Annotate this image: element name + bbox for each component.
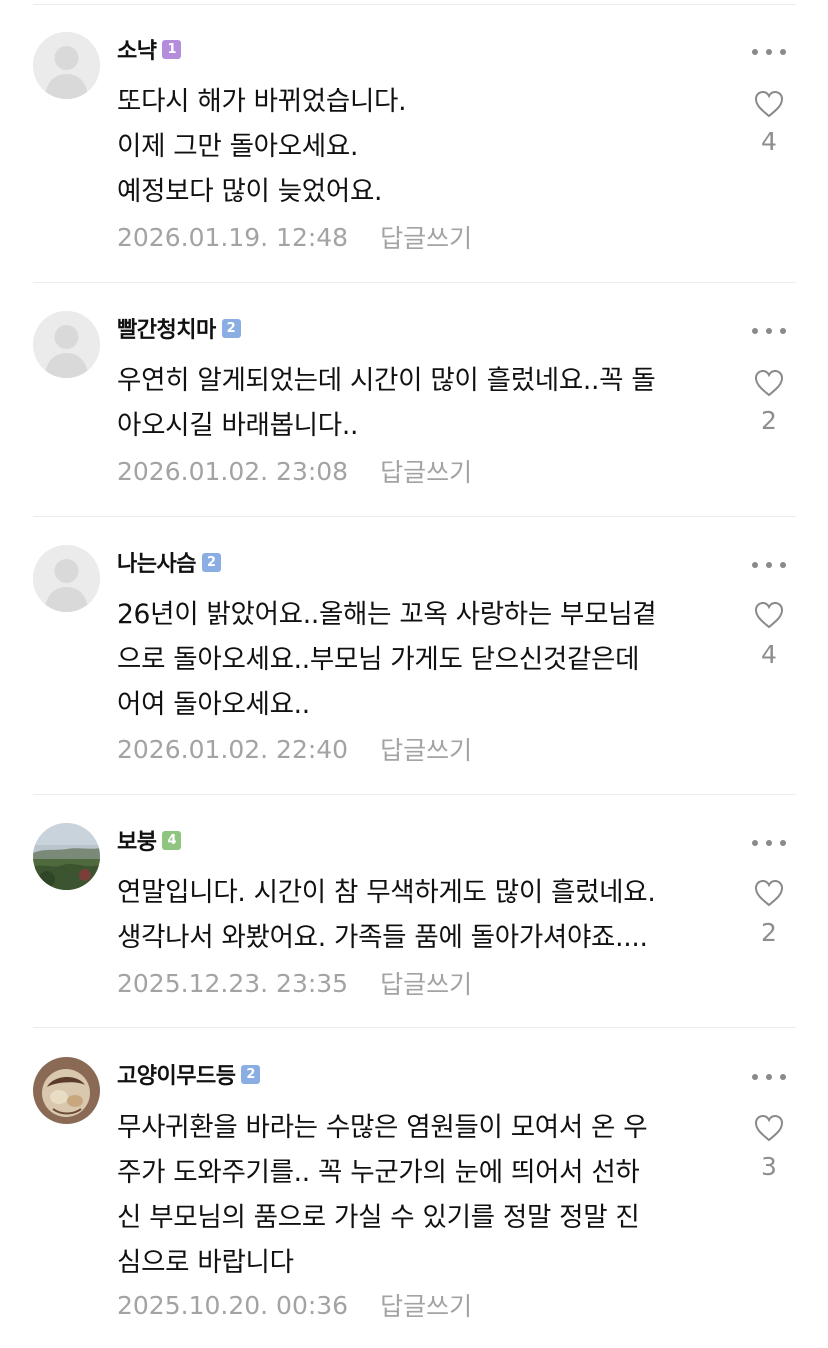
like-count: 4 — [761, 640, 777, 669]
reply-link[interactable]: 답글쓰기 — [380, 1287, 472, 1323]
comment-text: 무사귀환을 바라는 수많은 염원들이 모여서 온 우 주가 도와주기를.. 꼭 … — [117, 1112, 648, 1278]
reply-link[interactable]: 답글쓰기 — [380, 453, 472, 489]
reply-link[interactable]: 답글쓰기 — [380, 965, 472, 1001]
reply-link[interactable]: 답글쓰기 — [380, 731, 472, 767]
more-options-icon[interactable] — [752, 1067, 786, 1087]
comment-author-row: 보붕 4 — [117, 824, 182, 856]
comment-author-row: 나는사슴 2 — [117, 547, 221, 577]
default-profile-icon[interactable] — [33, 311, 100, 378]
comment-date: 2026.01.02. 22:40 — [117, 734, 349, 764]
like-count: 2 — [761, 406, 777, 435]
comment-text: 또다시 해가 바뀌었습니다. 이제 그만 돌아오세요. 예정보다 많이 늦었어요… — [117, 86, 407, 207]
heart-icon[interactable] — [753, 878, 785, 908]
list-divider — [33, 1027, 796, 1028]
comment-text: 우연히 알게되었는데 시간이 많이 흘렀네요..꼭 돌 아오시길 바래봅니다.. — [117, 365, 656, 441]
comment-date: 2025.12.23. 23:35 — [117, 968, 349, 998]
default-profile-icon[interactable] — [33, 545, 100, 612]
list-divider — [33, 794, 796, 795]
list-divider — [33, 516, 796, 517]
comment-text: 연말입니다. 시간이 참 무색하게도 많이 흘렀네요. 생각나서 와봤어요. 가… — [117, 877, 656, 953]
member-level-badge: 4 — [162, 830, 182, 850]
comment-text: 26년이 밝았어요..올해는 꼬옥 사랑하는 부모님곁 으로 돌아오세요..부모… — [117, 599, 657, 720]
comment-author-name[interactable]: 소냑 — [117, 33, 157, 65]
comment-meta: 2025.10.20. 00:36 답글쓰기 — [117, 1285, 472, 1325]
heart-icon[interactable] — [753, 368, 785, 398]
heart-icon[interactable] — [753, 600, 785, 630]
more-options-icon[interactable] — [752, 321, 786, 341]
comment-date: 2026.01.19. 12:48 — [117, 222, 349, 252]
list-divider — [33, 4, 796, 5]
more-options-icon[interactable] — [752, 42, 786, 62]
like-count: 3 — [761, 1152, 777, 1181]
like-count: 2 — [761, 918, 777, 947]
like-count: 4 — [761, 127, 777, 156]
comment-author-row: 소냑 1 — [117, 33, 182, 65]
landscape-photo-avatar[interactable] — [33, 823, 100, 890]
comment-meta: 2026.01.02. 23:08 답글쓰기 — [117, 451, 472, 491]
comment-meta: 2026.01.02. 22:40 답글쓰기 — [117, 729, 472, 769]
comment-author-name[interactable]: 나는사슴 — [117, 546, 196, 578]
member-level-badge: 2 — [221, 318, 241, 338]
more-options-icon[interactable] — [752, 555, 786, 575]
illustration-avatar[interactable] — [33, 1057, 100, 1124]
comment-author-row: 고양이무드등 2 — [117, 1058, 261, 1090]
comment-author-name[interactable]: 빨간청치마 — [117, 312, 216, 344]
default-profile-icon[interactable] — [33, 32, 100, 99]
reply-link[interactable]: 답글쓰기 — [380, 219, 472, 255]
member-level-badge: 2 — [241, 1064, 261, 1084]
heart-icon[interactable] — [753, 1113, 785, 1143]
member-level-badge: 1 — [162, 39, 182, 59]
comment-date: 2026.01.02. 23:08 — [117, 456, 349, 486]
comment-author-name[interactable]: 보붕 — [117, 824, 157, 856]
comment-meta: 2026.01.19. 12:48 답글쓰기 — [117, 217, 472, 257]
more-options-icon[interactable] — [752, 833, 786, 853]
comment-meta: 2025.12.23. 23:35 답글쓰기 — [117, 963, 472, 1003]
comment-author-row: 빨간청치마 2 — [117, 313, 241, 343]
heart-icon[interactable] — [753, 89, 785, 119]
comment-date: 2025.10.20. 00:36 — [117, 1290, 349, 1320]
member-level-badge: 2 — [201, 552, 221, 572]
list-divider — [33, 282, 796, 283]
comment-author-name[interactable]: 고양이무드등 — [117, 1058, 236, 1090]
